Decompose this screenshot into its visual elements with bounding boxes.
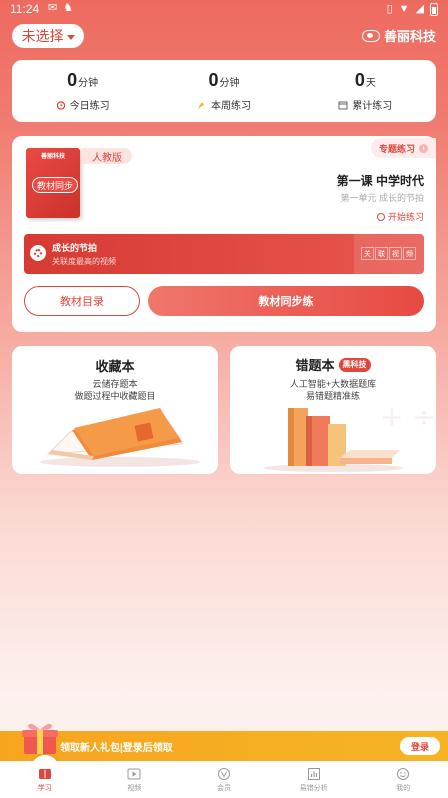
tab-study[interactable]: 学习 (0, 755, 90, 798)
start-practice-link[interactable]: 开始练习 (376, 210, 424, 223)
video-stamp: 关 联 视 频 (361, 247, 416, 260)
stat-value: 0 (208, 70, 219, 90)
tab-mistake-analysis[interactable]: 易错分析 (269, 761, 359, 798)
tab-label: 学习 (37, 784, 52, 792)
clock-icon (376, 212, 385, 221)
brand-name: 善丽科技 (383, 29, 436, 44)
signal-icon: ◢ (415, 3, 424, 15)
selector-label: 未选择 (21, 28, 64, 44)
edition-badge: 人教版 (82, 148, 132, 164)
battery-icon (430, 2, 438, 16)
status-time: 11:24 (10, 2, 40, 16)
vip-icon (217, 767, 230, 780)
stamp-char: 频 (403, 247, 416, 260)
stamp-char: 视 (389, 247, 402, 260)
tab-label: 我的 (396, 784, 411, 792)
bottom-tab-bar: 学习 视频 会员 易错分析 我的 (0, 755, 448, 798)
video-title: 成长的节拍 (52, 243, 98, 253)
stat-value: 0 (354, 70, 365, 90)
alarm-clock-icon (56, 100, 65, 110)
stat-unit: 天 (365, 78, 376, 89)
stat-unit: 分钟 (219, 78, 240, 89)
stats-card: 0分钟 今日练习 0分钟 本周练习 0天 累计练习 (12, 60, 436, 122)
textbook-selector[interactable]: 未选择 (12, 24, 84, 48)
status-bar: 11:24 ✉ ♞ ▯ ▼ ◢ (0, 0, 448, 18)
stat-label: 累计练习 (352, 101, 393, 112)
tab-label: 会员 (216, 784, 231, 792)
arrow-right-icon: › (419, 143, 428, 153)
bar-chart-icon (307, 767, 320, 780)
lesson-title: 第一课 中学时代 (336, 174, 424, 188)
tab-label: 视频 (127, 784, 142, 792)
brand-icon (361, 29, 380, 42)
play-icon (127, 768, 141, 779)
tab-label: 易错分析 (299, 784, 328, 792)
textbook-catalog-button[interactable]: 教材目录 (24, 286, 140, 316)
stat-label: 本周练习 (210, 101, 251, 112)
film-reel-icon (30, 245, 46, 261)
stat-value: 0 (67, 70, 78, 90)
login-button[interactable]: 登录 (400, 737, 440, 755)
lesson-subtitle: 第一单元 成长的节拍 (340, 193, 424, 203)
book-icon (38, 768, 51, 779)
special-practice-button[interactable]: 专题练习 › (370, 138, 436, 158)
stat-label: 今日练习 (69, 101, 110, 112)
gift-text: 领取新人礼包|登录后领取 (60, 743, 173, 754)
notification-icon: ✉ (48, 2, 58, 14)
special-practice-label: 专题练习 (378, 143, 415, 154)
book-stack-illustration: + ÷ (264, 400, 436, 472)
tab-me[interactable]: 我的 (358, 761, 448, 798)
open-book-illustration (40, 408, 200, 467)
cover-brand: 善丽科技 (40, 154, 65, 160)
video-subtitle: 关联度最高的视频 (52, 257, 116, 266)
stat-week: 0分钟 本周练习 (153, 60, 294, 122)
smiley-icon (397, 767, 410, 780)
svg-text:+ ÷: + ÷ (380, 400, 436, 433)
caret-down-icon (66, 34, 75, 40)
start-practice-label: 开始练习 (387, 212, 424, 222)
stat-total: 0天 累计练习 (295, 60, 436, 122)
stamp-char: 关 (361, 247, 374, 260)
app-notification-icon: ♞ (63, 2, 74, 14)
gift-box-icon (22, 723, 58, 754)
stat-today: 0分钟 今日练习 (12, 60, 153, 122)
related-video-banner[interactable]: 成长的节拍 关联度最高的视频 关 联 视 频 (24, 234, 424, 274)
textbook-sync-practice-button[interactable]: 教材同步练 (148, 286, 424, 316)
calendar-icon (338, 101, 348, 109)
vibrate-icon: ▯ (386, 3, 393, 15)
cover-tag: 教材同步 (32, 177, 79, 193)
tab-vip[interactable]: 会员 (179, 761, 269, 798)
stat-unit: 分钟 (78, 78, 99, 89)
favorites-card[interactable]: 收藏本 云储存题本 做题过程中收藏题目 (12, 346, 218, 474)
tab-video[interactable]: 视频 (90, 761, 180, 798)
textbook-card: 善丽科技 教材同步 人教版 专题练习 › 第一课 中学时代 第一单元 成长的节拍… (12, 136, 436, 332)
flexed-arm-icon (197, 102, 204, 109)
stamp-char: 联 (375, 247, 388, 260)
wifi-icon: ▼ (398, 3, 410, 15)
brand-logo: 善丽科技 (361, 26, 436, 45)
mistakes-card[interactable]: 错题本 黑科技 人工智能+大数据题库 易错题精准练 + ÷ (230, 346, 436, 474)
textbook-cover[interactable]: 善丽科技 教材同步 (26, 148, 80, 218)
